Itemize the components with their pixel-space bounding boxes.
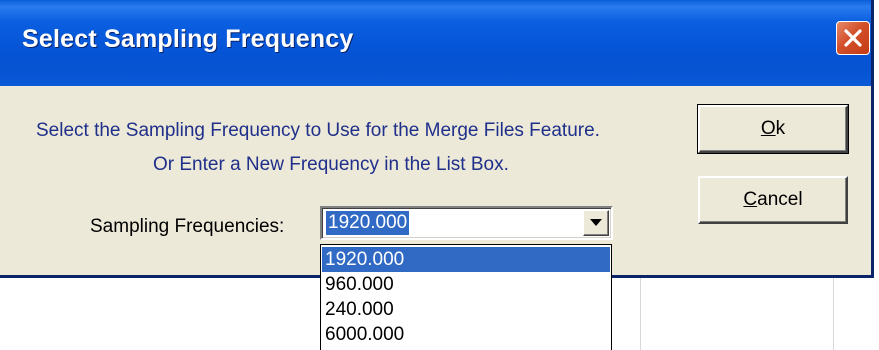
list-item[interactable]: 6000.000	[322, 322, 610, 347]
list-item[interactable]: 240.000	[322, 297, 610, 322]
sampling-frequency-combobox[interactable]: 1920.000	[320, 206, 613, 240]
instruction-text: Select the Sampling Frequency to Use for…	[36, 120, 600, 141]
chevron-down-icon	[590, 219, 602, 226]
ok-button-mnemonic: O	[760, 118, 776, 139]
instruction-text-secondary: Or Enter a New Frequency in the List Box…	[153, 154, 509, 175]
screen: Select Sampling Frequency Select the Sam…	[0, 0, 879, 350]
background-grid-line	[640, 278, 641, 350]
sampling-frequency-dialog: Select Sampling Frequency Select the Sam…	[0, 0, 874, 278]
ok-button[interactable]: Ok	[697, 104, 849, 154]
background-grid-line	[833, 278, 834, 350]
close-icon	[844, 29, 862, 47]
close-button[interactable]	[836, 21, 870, 55]
ok-button-label: k	[775, 118, 786, 139]
window-title: Select Sampling Frequency	[22, 25, 354, 53]
dropdown-button[interactable]	[583, 210, 609, 236]
cancel-button-mnemonic: C	[743, 189, 758, 210]
cancel-button-label: ancel	[757, 189, 803, 210]
sampling-frequencies-label: Sampling Frequencies:	[90, 216, 285, 237]
frequency-dropdown-list[interactable]: 1920.000 960.000 240.000 6000.000	[320, 244, 612, 350]
title-bar[interactable]: Select Sampling Frequency	[0, 0, 871, 86]
cancel-button[interactable]: Cancel	[698, 176, 848, 224]
list-item[interactable]: 960.000	[322, 272, 610, 297]
combobox-value[interactable]: 1920.000	[326, 211, 410, 235]
list-item[interactable]: 1920.000	[322, 247, 610, 272]
